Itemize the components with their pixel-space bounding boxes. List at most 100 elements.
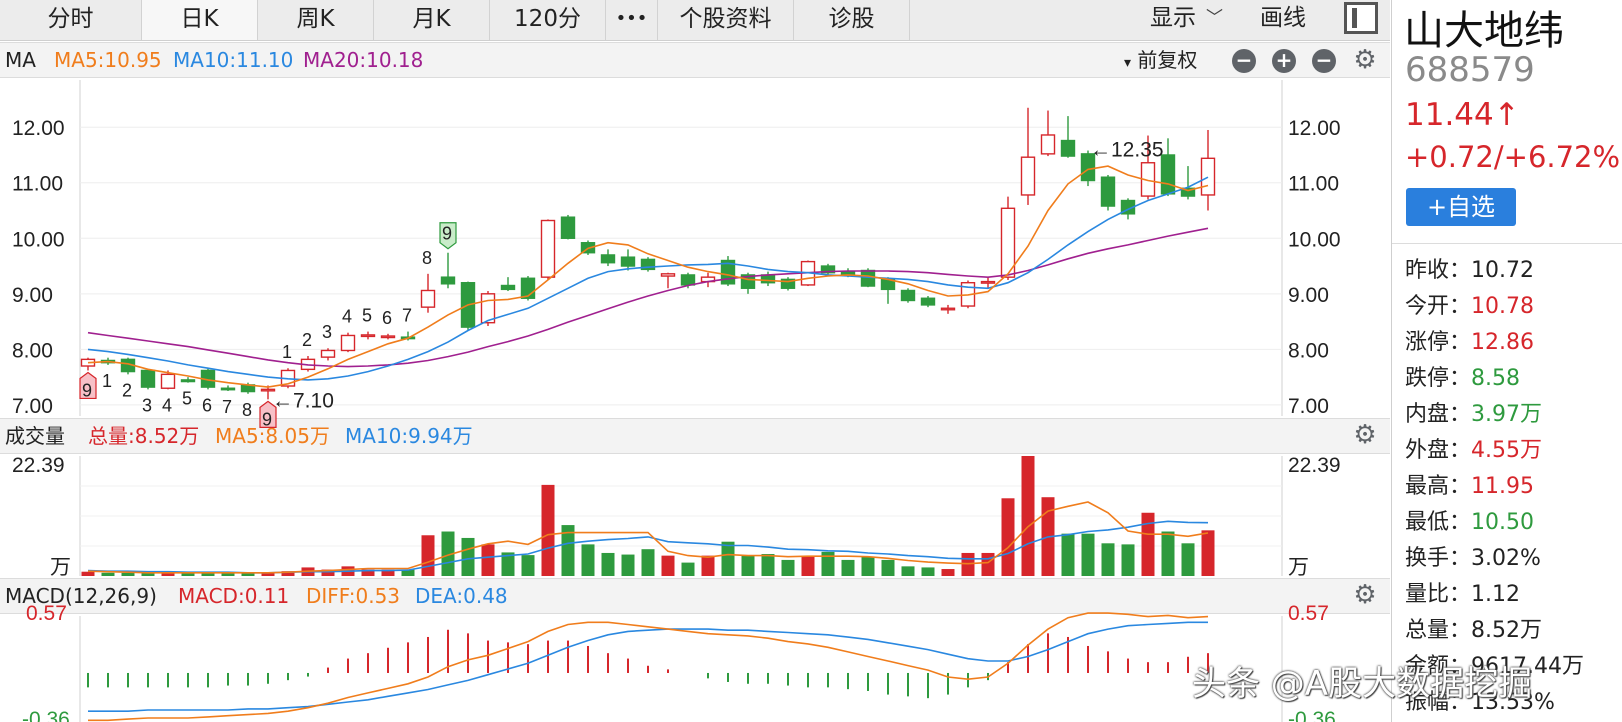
candle-body (420, 289, 436, 308)
volume-y-tick-left: 22.39 (12, 454, 65, 477)
candle-body (1200, 157, 1216, 196)
chart-canvas[interactable]: 12.00 12.00 11.00 11.00 10.00 10.00 9.00 9.00 8.… (0, 0, 1390, 722)
td-count-label: 6 (202, 395, 212, 415)
candle-body (220, 387, 236, 391)
volume-bar (781, 559, 795, 576)
td-count-label: 2 (122, 380, 132, 400)
volume-bar (421, 535, 435, 576)
volume-y-tick-right: 22.39 (1288, 454, 1341, 477)
td-count-label: 7 (222, 397, 232, 417)
volume-bar (621, 554, 635, 576)
candle-body (680, 274, 696, 286)
stat-value: 12.86 (1471, 330, 1534, 355)
macd-y-tick-top-right: 0.57 (1288, 602, 1329, 625)
stat-label: 最低： (1405, 510, 1472, 535)
volume-bar (881, 559, 895, 576)
kline-y-tick-left: 12.00 (12, 117, 65, 140)
volume-bar (101, 572, 115, 576)
stat-label: 涨停： (1405, 330, 1472, 355)
volume-bar (1081, 533, 1095, 576)
stock-price: 11.44↑ (1405, 97, 1520, 133)
macd-y-tick-top-left: 0.57 (26, 602, 67, 625)
panel-divider (1392, 243, 1622, 244)
candle-body (860, 269, 876, 287)
volume-bar (701, 555, 715, 576)
stat-value: 10.50 (1471, 510, 1534, 535)
stat-value: 10.78 (1471, 294, 1534, 319)
low-price-annotation: ←7.10 (272, 389, 334, 412)
volume-bar (721, 541, 735, 576)
stat-row: 最低：10.50 (1405, 504, 1534, 536)
kline-y-tick-right: 10.00 (1288, 228, 1341, 251)
add-to-watchlist-button[interactable]: +自选 (1406, 188, 1516, 226)
stat-label: 昨收： (1405, 258, 1472, 283)
td-count-label: 8 (422, 248, 432, 268)
kline-y-tick-left: 9.00 (12, 284, 53, 307)
candle-body (320, 349, 336, 358)
stat-row: 涨停：12.86 (1405, 324, 1534, 356)
stock-chart-window: 分时 日K 周K 月K 120分 ••• 个股资料 诊股 显示 ﹀ 画线 MA M… (0, 0, 1622, 722)
volume-bar (1161, 531, 1175, 576)
ma5-line (87, 165, 1209, 388)
stat-value: 10.72 (1471, 258, 1534, 283)
stat-value: 3.02% (1471, 546, 1541, 571)
candle-body (1040, 134, 1056, 155)
volume-bar (901, 566, 915, 576)
ma20-line (87, 227, 1209, 368)
volume-bar (1201, 530, 1215, 576)
stat-label: 外盘： (1405, 438, 1472, 463)
volume-bar (861, 556, 875, 576)
td-count-label: 1 (282, 342, 292, 362)
stock-name: 山大地纬 (1404, 8, 1564, 54)
kline-y-tick-left: 7.00 (12, 395, 53, 418)
volume-bar (841, 559, 855, 576)
td-count-label: 6 (382, 308, 392, 328)
volume-bar (521, 555, 535, 576)
stat-row: 跌停：8.58 (1405, 360, 1520, 392)
candle-body (140, 369, 156, 388)
volume-bar (661, 555, 675, 576)
td-count-label: 9 (442, 224, 452, 244)
volume-unit-left: 万 (50, 556, 71, 579)
candle-body (920, 297, 936, 306)
candle-body (940, 307, 956, 311)
volume-bar (1021, 456, 1035, 576)
volume-bar (941, 569, 955, 576)
candle-body (1060, 139, 1076, 157)
volume-bar (1061, 533, 1075, 576)
td-count-label: 9 (82, 380, 92, 400)
macd-y-tick-bottom-left: -0.36 (22, 708, 70, 722)
stat-row: 内盘：3.97万 (1405, 396, 1542, 428)
stat-value: 3.97万 (1471, 402, 1543, 427)
kline-y-tick-left: 8.00 (12, 339, 53, 362)
candle-body (540, 219, 556, 278)
kline-y-tick-right: 11.00 (1288, 173, 1339, 196)
candle-body (160, 373, 176, 389)
stat-row: 换手：3.02% (1405, 540, 1541, 572)
candle-body (980, 280, 996, 284)
volume-bar (121, 572, 135, 576)
candle-body (360, 334, 376, 338)
volume-unit-right: 万 (1288, 556, 1309, 579)
td-count-label: 3 (322, 322, 332, 342)
candle-body (180, 379, 196, 383)
stat-value: 8.52万 (1471, 618, 1543, 643)
kline-y-tick-right: 7.00 (1288, 395, 1329, 418)
volume-bar (741, 555, 755, 576)
td-count-label: 4 (162, 395, 172, 415)
candle-body (440, 276, 456, 285)
stat-label: 换手： (1405, 546, 1472, 571)
volume-bar (541, 484, 555, 576)
stock-info-panel: 山大地纬 688579 11.44↑ +0.72/+6.72% +自选 昨收：1… (1391, 0, 1622, 722)
td-count-label: 8 (242, 400, 252, 420)
td-count-label: 9 (262, 409, 272, 429)
stat-value: 4.55万 (1471, 438, 1543, 463)
td-count-label: 7 (402, 306, 412, 326)
stat-row: 外盘：4.55万 (1405, 432, 1542, 464)
td-count-label: 1 (102, 371, 112, 391)
stat-label: 量比： (1405, 582, 1472, 607)
stat-label: 今开： (1405, 294, 1472, 319)
stat-row: 今开：10.78 (1405, 288, 1534, 320)
stat-row: 最高：11.95 (1405, 468, 1534, 500)
volume-bar (761, 554, 775, 576)
